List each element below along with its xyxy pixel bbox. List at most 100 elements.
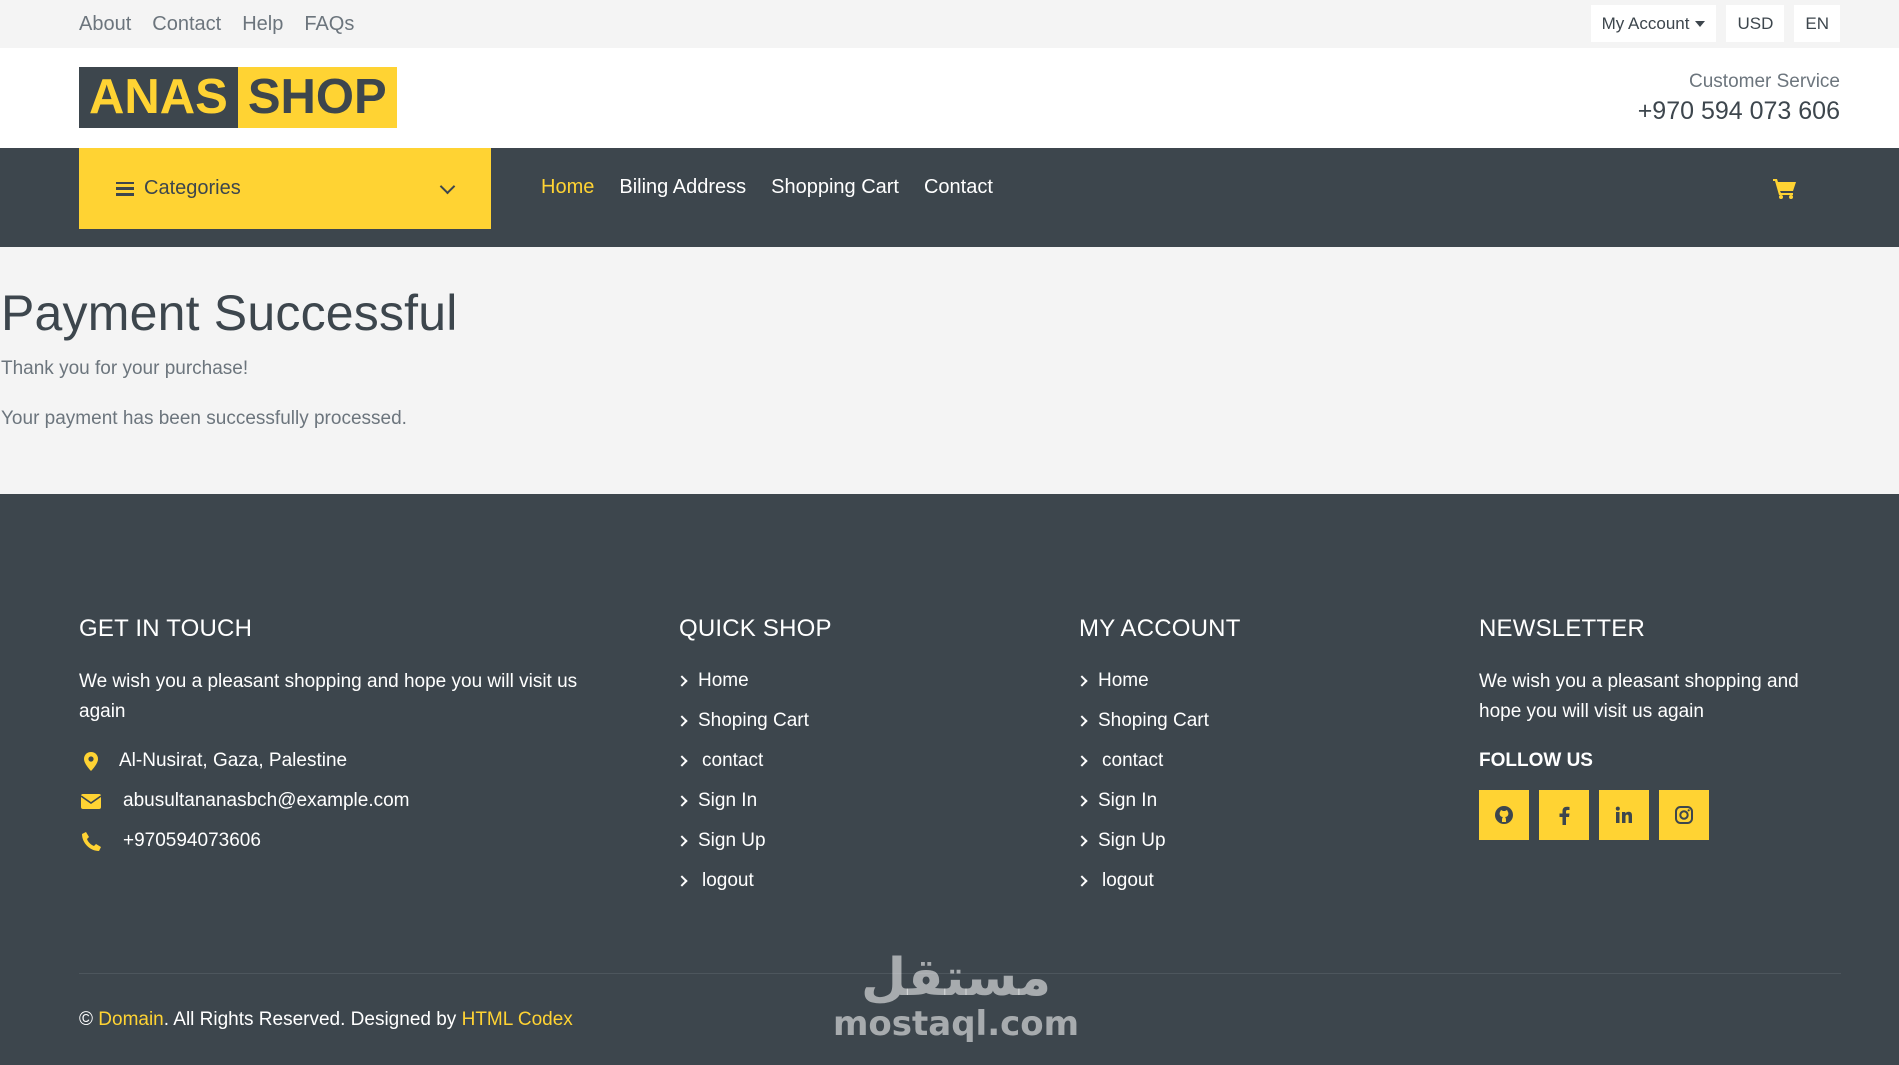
chevron-right-icon xyxy=(1076,835,1088,847)
contact-address-text: Al-Nusirat, Gaza, Palestine xyxy=(119,750,348,771)
nav-link-home[interactable]: Home xyxy=(541,175,594,199)
account-sign-in[interactable]: Sign In xyxy=(1076,789,1379,813)
facebook-icon[interactable] xyxy=(1539,790,1589,840)
top-links: About Contact Help FAQs xyxy=(79,12,375,36)
quick-shop-sign-up[interactable]: Sign Up xyxy=(676,829,979,853)
chevron-right-icon xyxy=(1076,715,1088,727)
link-label: Home xyxy=(1098,670,1149,691)
chevron-right-icon xyxy=(676,875,688,887)
chevron-right-icon xyxy=(676,755,688,767)
top-link-help[interactable]: Help xyxy=(242,12,283,36)
footer-my-account: MY ACCOUNT Home Shoping Cart contact Sig… xyxy=(1076,614,1379,909)
link-label: Sign Up xyxy=(698,830,766,851)
chevron-right-icon xyxy=(676,795,688,807)
account-sign-up[interactable]: Sign Up xyxy=(1076,829,1379,853)
language-button[interactable]: EN xyxy=(1794,5,1840,42)
contact-email-text[interactable]: abusultananasbch@example.com xyxy=(123,790,410,812)
main-nav: Home Biling Address Shopping Cart Contac… xyxy=(541,175,1018,199)
account-logout[interactable]: logout xyxy=(1076,869,1379,893)
account-cart[interactable]: Shoping Cart xyxy=(1076,709,1379,733)
link-label: Home xyxy=(698,670,749,691)
customer-service: Customer Service +970 594 073 606 xyxy=(1638,70,1840,126)
chevron-right-icon xyxy=(1076,755,1088,767)
domain-link[interactable]: Domain xyxy=(98,1009,163,1030)
logo[interactable]: ANAS SHOP xyxy=(79,67,397,128)
header: ANAS SHOP Customer Service +970 594 073 … xyxy=(0,48,1899,148)
account-home[interactable]: Home xyxy=(1076,669,1379,693)
link-label: logout xyxy=(1102,870,1154,891)
chevron-right-icon xyxy=(1076,875,1088,887)
copyright: © Domain. All Rights Reserved. Designed … xyxy=(79,1008,573,1032)
newsletter-text: We wish you a pleasant shopping and hope… xyxy=(1479,671,1799,722)
chevron-down-icon xyxy=(439,178,456,195)
contact-phone: +970594073606 xyxy=(79,829,599,853)
contact-address: Al-Nusirat, Gaza, Palestine xyxy=(79,749,599,773)
designer-link[interactable]: HTML Codex xyxy=(462,1009,573,1030)
link-label: contact xyxy=(702,750,764,771)
copyright-symbol: © xyxy=(79,1009,93,1030)
my-account-dropdown[interactable]: My Account xyxy=(1590,5,1717,42)
quick-shop-home[interactable]: Home xyxy=(676,669,979,693)
menu-bars-icon xyxy=(116,181,134,196)
link-label: logout xyxy=(702,870,754,891)
chevron-right-icon xyxy=(676,675,688,687)
link-label: Sign In xyxy=(698,790,758,811)
nav-link-billing-address[interactable]: Biling Address xyxy=(619,175,746,199)
customer-service-phone: +970 594 073 606 xyxy=(1637,97,1840,125)
payment-processed-text: Your payment has been successfully proce… xyxy=(1,408,407,429)
top-link-contact[interactable]: Contact xyxy=(152,12,221,36)
currency-label: USD xyxy=(1737,13,1774,33)
caret-down-icon xyxy=(1695,20,1706,27)
contact-email: abusultananasbch@example.com xyxy=(79,789,599,813)
social-links xyxy=(1479,790,1841,840)
footer-heading: NEWSLETTER xyxy=(1479,615,1646,642)
logo-part-2: SHOP xyxy=(237,67,397,128)
quick-shop-contact[interactable]: contact xyxy=(676,749,979,773)
footer-get-in-touch: GET IN TOUCH We wish you a pleasant shop… xyxy=(79,614,599,869)
link-label: Sign Up xyxy=(1098,830,1166,851)
my-account-label: My Account xyxy=(1601,13,1690,33)
my-account-list: Home Shoping Cart contact Sign In Sign U… xyxy=(1076,669,1379,893)
linkedin-icon[interactable] xyxy=(1599,790,1649,840)
chevron-right-icon xyxy=(676,835,688,847)
footer-heading: GET IN TOUCH xyxy=(79,615,253,642)
link-label: Shoping Cart xyxy=(698,710,809,731)
link-label: Sign In xyxy=(1098,790,1158,811)
categories-toggle[interactable]: Categories xyxy=(79,148,491,229)
link-label: contact xyxy=(1102,750,1164,771)
instagram-icon[interactable] xyxy=(1659,790,1709,840)
currency-button[interactable]: USD xyxy=(1726,5,1785,42)
follow-us-heading: FOLLOW US xyxy=(1479,750,1593,771)
cart-icon[interactable] xyxy=(1773,178,1797,204)
contact-phone-text[interactable]: +970594073606 xyxy=(123,830,261,852)
thank-you-text: Thank you for your purchase! xyxy=(1,358,249,379)
map-marker-icon xyxy=(79,751,103,771)
github-icon[interactable] xyxy=(1479,790,1529,840)
top-bar: About Contact Help FAQs My Account USD E… xyxy=(0,0,1899,48)
account-contact[interactable]: contact xyxy=(1076,749,1379,773)
page-title: Payment Successful xyxy=(1,285,458,341)
link-label: Shoping Cart xyxy=(1098,710,1209,731)
navbar: Categories Home Biling Address Shopping … xyxy=(0,148,1899,247)
copyright-text: . All Rights Reserved. Designed by xyxy=(163,1009,457,1030)
logo-part-1: ANAS xyxy=(79,67,238,128)
nav-link-shopping-cart[interactable]: Shopping Cart xyxy=(771,175,899,199)
phone-icon xyxy=(79,831,103,851)
quick-shop-cart[interactable]: Shoping Cart xyxy=(676,709,979,733)
watermark-latin: mostaql.com xyxy=(833,1004,1080,1044)
envelope-icon xyxy=(79,793,103,809)
chevron-right-icon xyxy=(1076,795,1088,807)
top-link-faqs[interactable]: FAQs xyxy=(304,12,354,36)
footer-quick-shop: QUICK SHOP Home Shoping Cart contact Sig… xyxy=(676,614,979,909)
watermark: مستقل mostaql.com xyxy=(833,952,1079,1044)
footer-newsletter: NEWSLETTER We wish you a pleasant shoppi… xyxy=(1479,614,1841,840)
top-buttons: My Account USD EN xyxy=(1590,5,1840,42)
language-label: EN xyxy=(1805,13,1829,33)
top-link-about[interactable]: About xyxy=(79,12,131,36)
footer-heading: MY ACCOUNT xyxy=(1079,615,1241,642)
quick-shop-sign-in[interactable]: Sign In xyxy=(676,789,979,813)
quick-shop-logout[interactable]: logout xyxy=(676,869,979,893)
watermark-arabic: مستقل xyxy=(860,948,1052,1008)
nav-link-contact[interactable]: Contact xyxy=(924,175,993,199)
chevron-right-icon xyxy=(676,715,688,727)
